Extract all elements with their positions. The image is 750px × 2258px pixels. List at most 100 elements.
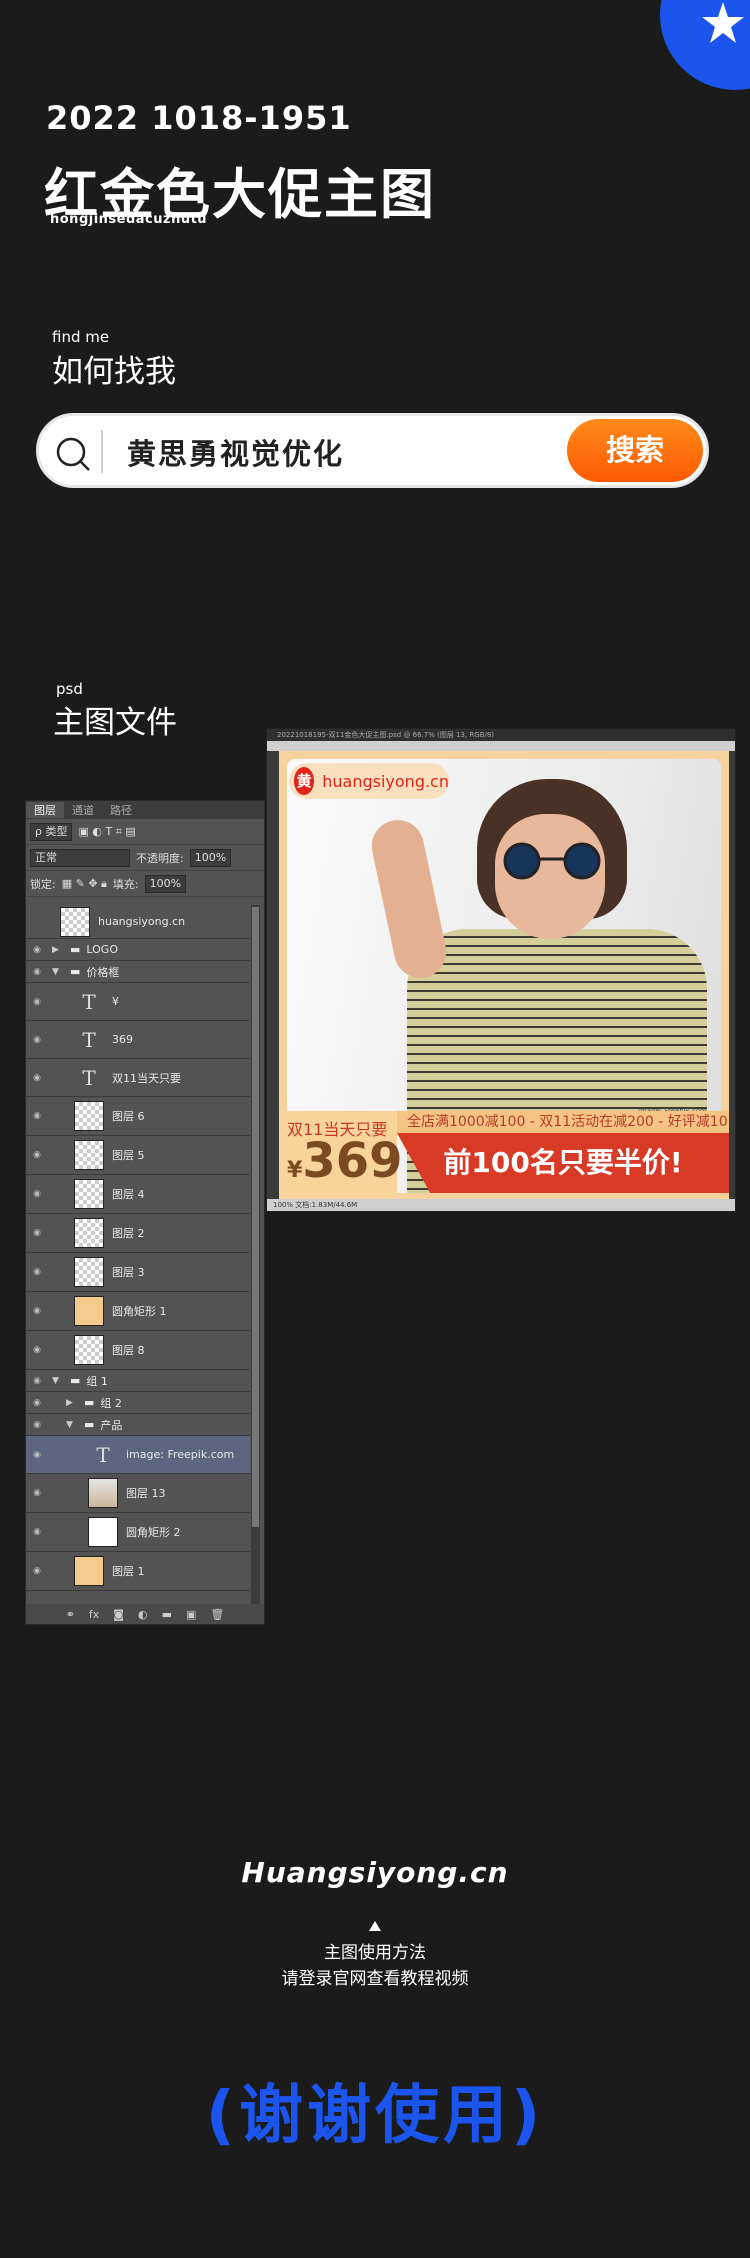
lock-label: 锁定: bbox=[30, 877, 56, 891]
disclosure-icon[interactable]: ▶ bbox=[52, 945, 64, 955]
lock-icons[interactable]: ▦ ✎ ✥ 🔒︎ bbox=[62, 877, 107, 891]
folder-icon: ▬ bbox=[70, 965, 81, 978]
fill-input[interactable]: 100% bbox=[144, 874, 187, 893]
text-layer-icon: T bbox=[96, 1442, 110, 1467]
eye-icon[interactable]: ◉ bbox=[26, 1035, 48, 1045]
opacity-label: 不透明度: bbox=[136, 851, 184, 865]
folder-icon: ▬ bbox=[84, 1418, 95, 1431]
layer-row[interactable]: ◉ T 双11当天只要 bbox=[26, 1059, 250, 1097]
opacity-input[interactable]: 100% bbox=[189, 848, 232, 867]
layer-row[interactable]: ◉ ▼ ▬ 价格框 bbox=[26, 961, 250, 983]
eye-icon[interactable]: ◉ bbox=[26, 1450, 48, 1460]
layer-row[interactable]: ◉ T ¥ bbox=[26, 983, 250, 1021]
price-currency: ¥ bbox=[287, 1158, 303, 1183]
layer-thumbnail bbox=[74, 1101, 104, 1131]
adjustment-icon[interactable]: ◐ bbox=[138, 1608, 148, 1621]
layer-name: image: Freepik.com bbox=[126, 1448, 235, 1461]
disclosure-icon[interactable]: ▶ bbox=[66, 1398, 78, 1408]
layer-row[interactable]: huangsiyong.cn bbox=[26, 905, 250, 939]
price: ¥369 bbox=[287, 1133, 403, 1189]
filter-kind-select[interactable]: ρ 类型 bbox=[30, 822, 73, 841]
layer-name: 双11当天只要 bbox=[112, 1071, 181, 1085]
blend-row: 正常 不透明度: 100% bbox=[26, 845, 264, 871]
layer-name: LOGO bbox=[86, 943, 118, 956]
disclosure-icon[interactable]: ▼ bbox=[52, 1376, 64, 1386]
layer-row[interactable]: ◉ 图层 3 bbox=[26, 1253, 250, 1292]
layer-name: 图层 2 bbox=[112, 1227, 145, 1240]
disclosure-icon[interactable]: ▼ bbox=[52, 967, 64, 977]
eye-icon[interactable]: ◉ bbox=[26, 1527, 48, 1537]
eye-icon[interactable]: ◉ bbox=[26, 1420, 48, 1430]
layer-row[interactable]: ◉ ▶ ▬ LOGO bbox=[26, 939, 250, 961]
mask-icon[interactable]: ◙ bbox=[113, 1608, 124, 1621]
search-input[interactable]: 黄思勇视觉优化 bbox=[127, 431, 344, 473]
psd-label-en: psd bbox=[56, 680, 83, 698]
title-pinyin: hongjinsedacuzhutu bbox=[50, 212, 208, 227]
filter-row: ρ 类型 ▣ ◐ T ⌗ ▤ bbox=[26, 819, 264, 845]
eye-icon[interactable]: ◉ bbox=[26, 1073, 48, 1083]
layer-row[interactable]: ◉ 图层 6 bbox=[26, 1097, 250, 1136]
document-window: 20221018195-双11金色大促主图.psd @ 66.7% (图层 13… bbox=[266, 728, 736, 1212]
layer-row[interactable]: ◉ 图层 1 bbox=[26, 1552, 250, 1591]
eye-icon[interactable]: ◉ bbox=[26, 1398, 48, 1408]
layer-row[interactable]: ◉ ▼ ▬ 产品 bbox=[26, 1414, 250, 1436]
folder-icon[interactable]: ▬ bbox=[162, 1608, 172, 1621]
new-layer-icon[interactable]: ▣ bbox=[186, 1608, 196, 1621]
layer-row[interactable]: ◉ Timage: Freepik.com bbox=[26, 1436, 250, 1474]
layer-name: 价格框 bbox=[86, 965, 120, 979]
price-value: 369 bbox=[302, 1133, 403, 1189]
eye-icon[interactable]: ◉ bbox=[26, 1267, 48, 1277]
layer-thumbnail bbox=[88, 1478, 118, 1508]
eye-icon[interactable]: ◉ bbox=[26, 1228, 48, 1238]
layer-name: huangsiyong.cn bbox=[98, 915, 186, 928]
logo-mark: 黄 bbox=[294, 767, 315, 795]
layer-thumbnail bbox=[74, 1218, 104, 1248]
layer-name: 图层 3 bbox=[112, 1266, 145, 1279]
layer-name: 组 2 bbox=[100, 1396, 122, 1410]
layer-row[interactable]: ◉ 图层 8 bbox=[26, 1331, 250, 1370]
layer-row[interactable]: ◉ 圆角矩形 1 bbox=[26, 1292, 250, 1331]
text-layer-icon: T bbox=[82, 1027, 96, 1052]
layer-thumbnail bbox=[88, 1517, 118, 1547]
layers-scrollbar[interactable] bbox=[251, 905, 260, 1605]
search-bar[interactable]: 黄思勇视觉优化 搜索 bbox=[36, 413, 709, 488]
fx-icon[interactable]: fx bbox=[89, 1608, 99, 1621]
eye-icon[interactable]: ◉ bbox=[26, 1376, 48, 1386]
layer-row[interactable]: ◉ ▶ ▬ 组 2 bbox=[26, 1392, 250, 1414]
layer-row[interactable]: ◉ 图层 2 bbox=[26, 1214, 250, 1253]
layer-thumbnail bbox=[74, 1335, 104, 1365]
layer-name: 图层 8 bbox=[112, 1344, 145, 1357]
layer-row[interactable]: ◉ 图层 13 bbox=[26, 1474, 250, 1513]
tab-channels[interactable]: 通道 bbox=[64, 802, 102, 818]
blend-mode-select[interactable]: 正常 bbox=[30, 848, 130, 867]
layer-name: 369 bbox=[112, 1033, 133, 1046]
artboard[interactable]: image: Freepik.com 黄 huangsiyong.cn 双11当… bbox=[279, 751, 729, 1203]
promo-banner: 前100名只要半价! bbox=[397, 1133, 729, 1193]
eye-icon[interactable]: ◉ bbox=[26, 1111, 48, 1121]
text-layer-icon: T bbox=[82, 989, 96, 1014]
eye-icon[interactable]: ◉ bbox=[26, 945, 48, 955]
layer-row[interactable]: ◉ T 369 bbox=[26, 1021, 250, 1059]
eye-icon[interactable]: ◉ bbox=[26, 1488, 48, 1498]
eye-icon[interactable]: ◉ bbox=[26, 1306, 48, 1316]
eye-icon[interactable]: ◉ bbox=[26, 1150, 48, 1160]
layer-name: ¥ bbox=[112, 995, 119, 1008]
layer-row[interactable]: ◉ 圆角矩形 2 bbox=[26, 1513, 250, 1552]
site-name: Huangsiyong.cn bbox=[241, 1856, 509, 1889]
trash-icon[interactable]: 🗑︎ bbox=[210, 1608, 224, 1621]
eye-icon[interactable]: ◉ bbox=[26, 997, 48, 1007]
star-badge bbox=[660, 0, 750, 90]
tab-layers[interactable]: 图层 bbox=[26, 802, 64, 818]
layer-row[interactable]: ◉ ▼ ▬ 组 1 bbox=[26, 1370, 250, 1392]
layer-row[interactable]: ◉ 图层 4 bbox=[26, 1175, 250, 1214]
filter-icons[interactable]: ▣ ◐ T ⌗ ▤ bbox=[78, 825, 135, 839]
eye-icon[interactable]: ◉ bbox=[26, 1566, 48, 1576]
eye-icon[interactable]: ◉ bbox=[26, 1345, 48, 1355]
layer-row[interactable]: ◉ 图层 5 bbox=[26, 1136, 250, 1175]
tab-paths[interactable]: 路径 bbox=[102, 802, 140, 818]
search-button[interactable]: 搜索 bbox=[567, 419, 703, 482]
link-icon[interactable]: ⚭ bbox=[66, 1608, 75, 1621]
disclosure-icon[interactable]: ▼ bbox=[66, 1420, 78, 1430]
eye-icon[interactable]: ◉ bbox=[26, 967, 48, 977]
eye-icon[interactable]: ◉ bbox=[26, 1189, 48, 1199]
